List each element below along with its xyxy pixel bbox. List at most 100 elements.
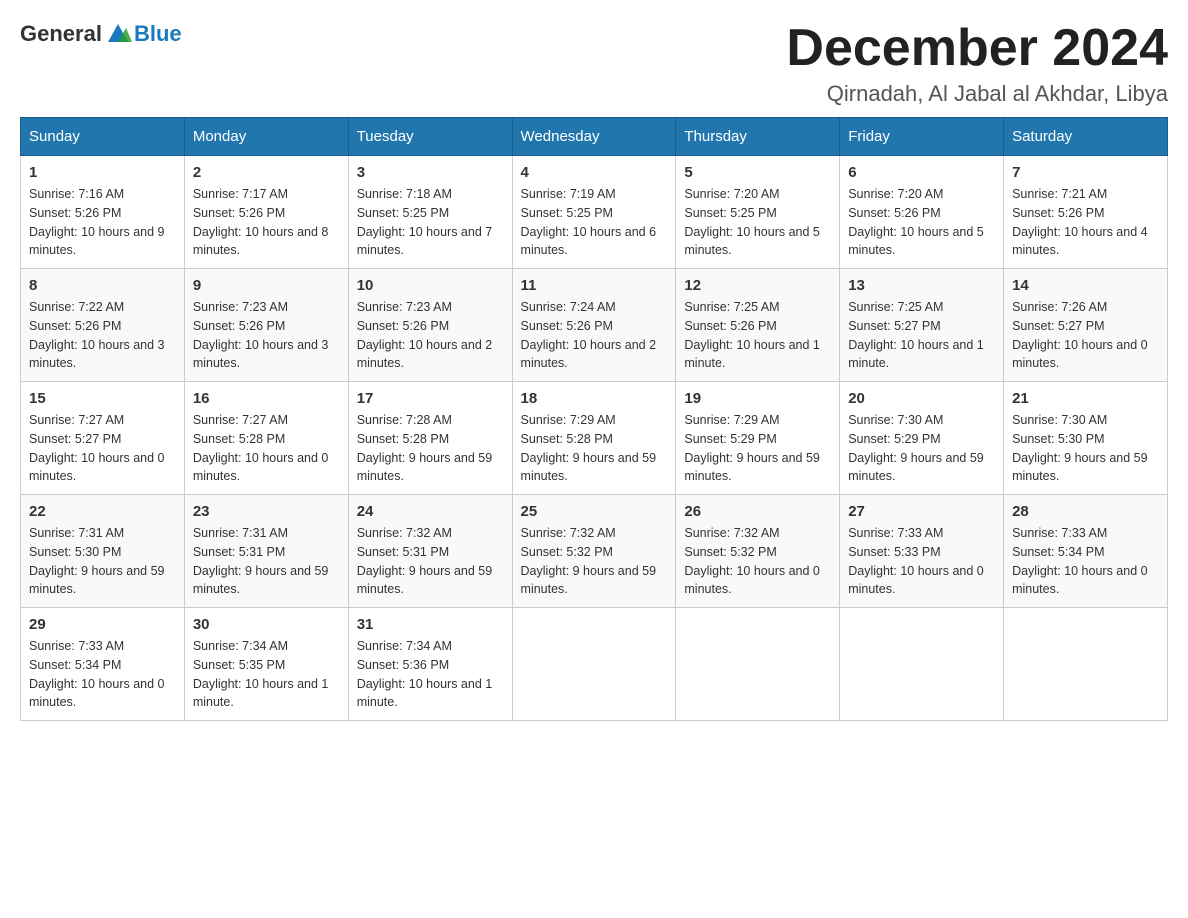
location-title: Qirnadah, Al Jabal al Akhdar, Libya xyxy=(786,81,1168,107)
calendar-header-monday: Monday xyxy=(184,118,348,156)
calendar-header-thursday: Thursday xyxy=(676,118,840,156)
calendar-cell: 21 Sunrise: 7:30 AM Sunset: 5:30 PM Dayl… xyxy=(1004,382,1168,495)
day-number: 10 xyxy=(357,277,504,294)
calendar-header-row: SundayMondayTuesdayWednesdayThursdayFrid… xyxy=(21,118,1168,156)
day-info: Sunrise: 7:33 AM Sunset: 5:34 PM Dayligh… xyxy=(29,637,176,712)
calendar-cell: 19 Sunrise: 7:29 AM Sunset: 5:29 PM Dayl… xyxy=(676,382,840,495)
calendar-cell xyxy=(676,608,840,721)
day-info: Sunrise: 7:20 AM Sunset: 5:26 PM Dayligh… xyxy=(848,185,995,260)
calendar-cell: 12 Sunrise: 7:25 AM Sunset: 5:26 PM Dayl… xyxy=(676,269,840,382)
day-number: 13 xyxy=(848,277,995,294)
day-info: Sunrise: 7:30 AM Sunset: 5:30 PM Dayligh… xyxy=(1012,411,1159,486)
day-info: Sunrise: 7:22 AM Sunset: 5:26 PM Dayligh… xyxy=(29,298,176,373)
calendar-cell: 1 Sunrise: 7:16 AM Sunset: 5:26 PM Dayli… xyxy=(21,156,185,269)
day-info: Sunrise: 7:20 AM Sunset: 5:25 PM Dayligh… xyxy=(684,185,831,260)
calendar-cell: 18 Sunrise: 7:29 AM Sunset: 5:28 PM Dayl… xyxy=(512,382,676,495)
calendar-cell: 31 Sunrise: 7:34 AM Sunset: 5:36 PM Dayl… xyxy=(348,608,512,721)
calendar-cell: 10 Sunrise: 7:23 AM Sunset: 5:26 PM Dayl… xyxy=(348,269,512,382)
day-info: Sunrise: 7:16 AM Sunset: 5:26 PM Dayligh… xyxy=(29,185,176,260)
calendar-cell: 24 Sunrise: 7:32 AM Sunset: 5:31 PM Dayl… xyxy=(348,495,512,608)
title-block: December 2024 Qirnadah, Al Jabal al Akhd… xyxy=(786,20,1168,107)
logo-icon xyxy=(104,20,132,48)
day-number: 14 xyxy=(1012,277,1159,294)
calendar-cell: 30 Sunrise: 7:34 AM Sunset: 5:35 PM Dayl… xyxy=(184,608,348,721)
day-number: 25 xyxy=(521,503,668,520)
day-number: 24 xyxy=(357,503,504,520)
day-info: Sunrise: 7:24 AM Sunset: 5:26 PM Dayligh… xyxy=(521,298,668,373)
logo-blue-text: Blue xyxy=(134,21,182,47)
day-info: Sunrise: 7:27 AM Sunset: 5:28 PM Dayligh… xyxy=(193,411,340,486)
day-info: Sunrise: 7:34 AM Sunset: 5:35 PM Dayligh… xyxy=(193,637,340,712)
day-number: 2 xyxy=(193,164,340,181)
day-number: 11 xyxy=(521,277,668,294)
day-number: 27 xyxy=(848,503,995,520)
day-number: 22 xyxy=(29,503,176,520)
calendar-cell: 22 Sunrise: 7:31 AM Sunset: 5:30 PM Dayl… xyxy=(21,495,185,608)
day-number: 9 xyxy=(193,277,340,294)
day-info: Sunrise: 7:26 AM Sunset: 5:27 PM Dayligh… xyxy=(1012,298,1159,373)
day-number: 3 xyxy=(357,164,504,181)
day-info: Sunrise: 7:33 AM Sunset: 5:33 PM Dayligh… xyxy=(848,524,995,599)
day-number: 12 xyxy=(684,277,831,294)
day-info: Sunrise: 7:32 AM Sunset: 5:31 PM Dayligh… xyxy=(357,524,504,599)
calendar-cell xyxy=(512,608,676,721)
day-number: 18 xyxy=(521,390,668,407)
month-title: December 2024 xyxy=(786,20,1168,77)
day-info: Sunrise: 7:27 AM Sunset: 5:27 PM Dayligh… xyxy=(29,411,176,486)
day-info: Sunrise: 7:23 AM Sunset: 5:26 PM Dayligh… xyxy=(193,298,340,373)
logo-general-text: General xyxy=(20,21,102,47)
day-info: Sunrise: 7:25 AM Sunset: 5:26 PM Dayligh… xyxy=(684,298,831,373)
calendar-week-row: 8 Sunrise: 7:22 AM Sunset: 5:26 PM Dayli… xyxy=(21,269,1168,382)
day-info: Sunrise: 7:17 AM Sunset: 5:26 PM Dayligh… xyxy=(193,185,340,260)
day-info: Sunrise: 7:28 AM Sunset: 5:28 PM Dayligh… xyxy=(357,411,504,486)
calendar-cell: 23 Sunrise: 7:31 AM Sunset: 5:31 PM Dayl… xyxy=(184,495,348,608)
day-number: 26 xyxy=(684,503,831,520)
calendar-cell: 9 Sunrise: 7:23 AM Sunset: 5:26 PM Dayli… xyxy=(184,269,348,382)
calendar-week-row: 1 Sunrise: 7:16 AM Sunset: 5:26 PM Dayli… xyxy=(21,156,1168,269)
calendar-cell xyxy=(840,608,1004,721)
day-info: Sunrise: 7:30 AM Sunset: 5:29 PM Dayligh… xyxy=(848,411,995,486)
day-number: 17 xyxy=(357,390,504,407)
calendar-cell: 11 Sunrise: 7:24 AM Sunset: 5:26 PM Dayl… xyxy=(512,269,676,382)
calendar-cell: 26 Sunrise: 7:32 AM Sunset: 5:32 PM Dayl… xyxy=(676,495,840,608)
calendar-cell: 25 Sunrise: 7:32 AM Sunset: 5:32 PM Dayl… xyxy=(512,495,676,608)
calendar-cell: 17 Sunrise: 7:28 AM Sunset: 5:28 PM Dayl… xyxy=(348,382,512,495)
calendar-cell: 28 Sunrise: 7:33 AM Sunset: 5:34 PM Dayl… xyxy=(1004,495,1168,608)
day-number: 16 xyxy=(193,390,340,407)
calendar-header-wednesday: Wednesday xyxy=(512,118,676,156)
day-number: 15 xyxy=(29,390,176,407)
calendar-header-friday: Friday xyxy=(840,118,1004,156)
day-info: Sunrise: 7:29 AM Sunset: 5:29 PM Dayligh… xyxy=(684,411,831,486)
day-info: Sunrise: 7:31 AM Sunset: 5:30 PM Dayligh… xyxy=(29,524,176,599)
day-info: Sunrise: 7:21 AM Sunset: 5:26 PM Dayligh… xyxy=(1012,185,1159,260)
day-info: Sunrise: 7:32 AM Sunset: 5:32 PM Dayligh… xyxy=(521,524,668,599)
day-number: 4 xyxy=(521,164,668,181)
day-number: 7 xyxy=(1012,164,1159,181)
calendar-cell: 7 Sunrise: 7:21 AM Sunset: 5:26 PM Dayli… xyxy=(1004,156,1168,269)
day-number: 21 xyxy=(1012,390,1159,407)
day-info: Sunrise: 7:23 AM Sunset: 5:26 PM Dayligh… xyxy=(357,298,504,373)
day-info: Sunrise: 7:34 AM Sunset: 5:36 PM Dayligh… xyxy=(357,637,504,712)
calendar-header-saturday: Saturday xyxy=(1004,118,1168,156)
calendar-week-row: 22 Sunrise: 7:31 AM Sunset: 5:30 PM Dayl… xyxy=(21,495,1168,608)
day-number: 8 xyxy=(29,277,176,294)
day-info: Sunrise: 7:29 AM Sunset: 5:28 PM Dayligh… xyxy=(521,411,668,486)
day-number: 6 xyxy=(848,164,995,181)
calendar-cell: 2 Sunrise: 7:17 AM Sunset: 5:26 PM Dayli… xyxy=(184,156,348,269)
logo: General Blue xyxy=(20,20,182,48)
calendar-cell: 16 Sunrise: 7:27 AM Sunset: 5:28 PM Dayl… xyxy=(184,382,348,495)
day-info: Sunrise: 7:33 AM Sunset: 5:34 PM Dayligh… xyxy=(1012,524,1159,599)
day-number: 19 xyxy=(684,390,831,407)
day-number: 29 xyxy=(29,616,176,633)
day-info: Sunrise: 7:32 AM Sunset: 5:32 PM Dayligh… xyxy=(684,524,831,599)
calendar-cell: 8 Sunrise: 7:22 AM Sunset: 5:26 PM Dayli… xyxy=(21,269,185,382)
day-number: 5 xyxy=(684,164,831,181)
calendar-table: SundayMondayTuesdayWednesdayThursdayFrid… xyxy=(20,117,1168,721)
calendar-week-row: 29 Sunrise: 7:33 AM Sunset: 5:34 PM Dayl… xyxy=(21,608,1168,721)
day-number: 30 xyxy=(193,616,340,633)
calendar-cell xyxy=(1004,608,1168,721)
calendar-week-row: 15 Sunrise: 7:27 AM Sunset: 5:27 PM Dayl… xyxy=(21,382,1168,495)
day-number: 31 xyxy=(357,616,504,633)
calendar-header-tuesday: Tuesday xyxy=(348,118,512,156)
day-number: 28 xyxy=(1012,503,1159,520)
